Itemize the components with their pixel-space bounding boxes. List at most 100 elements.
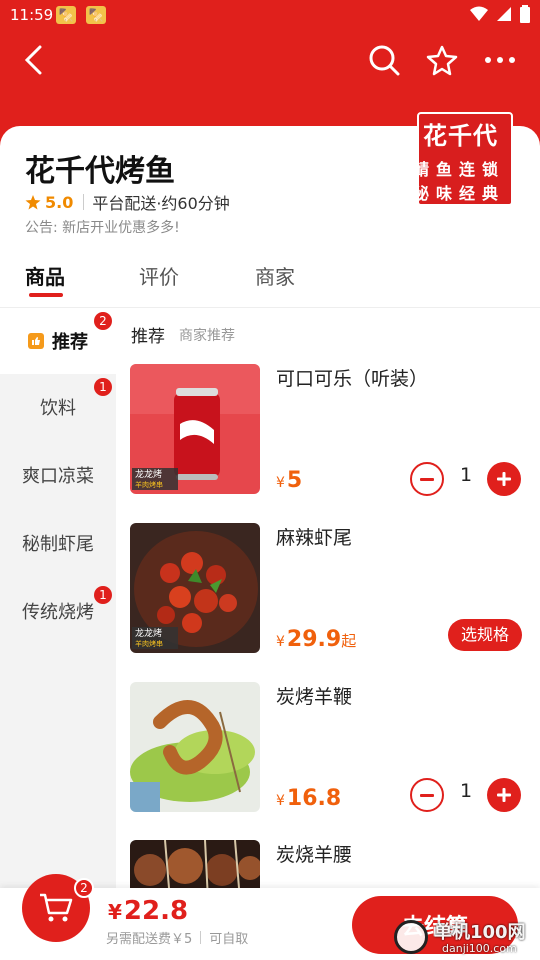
currency-symbol: ¥ xyxy=(276,793,285,809)
more-dots-icon xyxy=(485,57,515,63)
battery-icon xyxy=(520,5,530,23)
back-icon xyxy=(24,45,42,75)
sidebar-item-label: 爽口凉菜 xyxy=(22,466,94,487)
more-button[interactable] xyxy=(478,38,522,82)
store-card: 花千代烤鱼 5.0 平台配送·约60分钟 公告: 新店开业优惠多多! 花千代 鲭… xyxy=(0,112,540,308)
store-meta: 5.0 平台配送·约60分钟 xyxy=(25,190,230,214)
sidebar-badge: 2 xyxy=(94,312,112,330)
product-price: ¥29.9起 xyxy=(276,627,356,652)
sidebar-item-cold-dishes[interactable]: 爽口凉菜 xyxy=(0,442,116,508)
cart-icon xyxy=(40,893,73,922)
store-name: 花千代烤鱼 xyxy=(25,154,175,189)
price-value: 5 xyxy=(286,468,303,493)
currency-symbol: ¥ xyxy=(276,634,285,650)
signal-icon xyxy=(497,7,511,21)
tab-bar: 商品 评价 商家 xyxy=(0,251,540,308)
image-label: 羊肉烤串 xyxy=(135,480,163,489)
product-item[interactable]: 龙龙烤 羊肉烤串 可口可乐（听装） ¥5 1 xyxy=(116,364,540,504)
product-image xyxy=(130,840,260,888)
sidebar-item-recommend[interactable]: 推荐 2 xyxy=(0,308,116,374)
image-label: 龙龙烤 xyxy=(135,627,162,639)
product-name: 炭烧羊腰 xyxy=(276,844,353,866)
store-notice: 公告: 新店开业优惠多多! xyxy=(25,220,180,236)
thumbs-up-icon xyxy=(28,333,44,349)
status-bar: 11:59 🍢 🍢 xyxy=(0,0,540,30)
plus-icon xyxy=(497,472,511,486)
plus-icon xyxy=(497,788,511,802)
price-value: 29.9 xyxy=(286,627,342,652)
logo-text: 鲭鱼连锁 xyxy=(417,160,506,179)
logo-text: 秘味经典 xyxy=(417,184,506,203)
currency-symbol: ¥ xyxy=(276,475,285,491)
sidebar-item-label: 秘制虾尾 xyxy=(22,534,94,555)
system-icons xyxy=(470,5,530,23)
tab-products[interactable]: 商品 xyxy=(25,261,65,290)
sidebar-item-bbq[interactable]: 传统烧烤 1 xyxy=(0,578,116,644)
product-name: 炭烤羊鞭 xyxy=(276,686,353,708)
minus-icon xyxy=(420,793,434,797)
delivery-fee-info: 另需配送费￥5 可自取 xyxy=(106,928,248,947)
product-list: 推荐 商家推荐 龙龙烤 羊肉烤串 可口可乐（听装） ¥5 1 龙龙烤 羊肉烤串 … xyxy=(116,308,540,888)
cart-total: ¥22.8 xyxy=(108,896,188,926)
product-item[interactable]: 炭烤羊鞭 ¥16.8 1 xyxy=(116,682,540,822)
section-subtitle: 商家推荐 xyxy=(179,328,235,344)
store-rating: 5.0 xyxy=(45,192,74,212)
star-outline-icon xyxy=(426,45,458,76)
price-suffix: 起 xyxy=(341,632,357,650)
active-tab-indicator xyxy=(29,293,63,297)
total-value: 22.8 xyxy=(123,896,189,926)
sidebar-item-label: 推荐 xyxy=(52,332,88,353)
cart-badge: 2 xyxy=(74,878,94,898)
minus-icon xyxy=(420,477,434,481)
sidebar-badge: 1 xyxy=(94,378,112,396)
sidebar-item-drinks[interactable]: 饮料 1 xyxy=(0,374,116,440)
quantity-value: 1 xyxy=(459,780,473,802)
product-item[interactable]: 龙龙烤 羊肉烤串 麻辣虾尾 ¥29.9起 选规格 xyxy=(116,523,540,663)
notification-icon: 🍢 xyxy=(86,6,106,24)
product-name: 麻辣虾尾 xyxy=(276,527,353,549)
section-title: 推荐 xyxy=(131,327,165,347)
watermark-logo-icon xyxy=(394,920,428,954)
pickup-text: 可自取 xyxy=(209,932,249,947)
image-label: 羊肉烤串 xyxy=(135,639,163,648)
product-name: 可口可乐（听装） xyxy=(276,368,429,390)
back-button[interactable] xyxy=(12,38,56,82)
increase-button[interactable] xyxy=(487,778,521,812)
sidebar-item-label: 传统烧烤 xyxy=(22,602,94,623)
notification-icon: 🍢 xyxy=(56,6,76,24)
product-image: 龙龙烤 羊肉烤串 xyxy=(130,364,260,494)
logo-text: 花千代 xyxy=(423,122,498,150)
price-value: 16.8 xyxy=(286,786,342,811)
product-item[interactable]: 炭烧羊腰 xyxy=(116,840,540,888)
decrease-button[interactable] xyxy=(410,778,444,812)
currency-symbol: ¥ xyxy=(108,900,122,924)
image-label: 龙龙烤 xyxy=(135,468,162,480)
favorite-button[interactable] xyxy=(420,38,464,82)
sidebar-item-label: 饮料 xyxy=(40,398,76,419)
search-button[interactable] xyxy=(362,38,406,82)
search-icon xyxy=(369,45,400,76)
divider xyxy=(83,194,85,210)
tab-merchant[interactable]: 商家 xyxy=(255,261,295,290)
product-price: ¥16.8 xyxy=(276,786,341,811)
product-image: 龙龙烤 羊肉烤串 xyxy=(130,523,260,653)
product-price: ¥5 xyxy=(276,468,302,493)
sidebar-badge: 1 xyxy=(94,586,112,604)
tab-reviews[interactable]: 评价 xyxy=(139,261,179,290)
decrease-button[interactable] xyxy=(410,462,444,496)
watermark-url: danji100.com xyxy=(442,942,517,955)
quantity-value: 1 xyxy=(459,464,473,486)
category-sidebar: 推荐 2 饮料 1 爽口凉菜 秘制虾尾 传统烧烤 1 xyxy=(0,308,116,888)
delivery-info: 平台配送·约60分钟 xyxy=(92,194,230,213)
watermark: 单机100网 danji100.com xyxy=(392,916,540,960)
store-logo: 花千代 鲭鱼连锁 秘味经典 xyxy=(417,112,513,206)
wifi-icon xyxy=(470,6,488,21)
status-time: 11:59 xyxy=(10,6,54,24)
extra-fee-text: 另需配送费￥5 xyxy=(106,932,193,947)
product-image xyxy=(130,682,260,812)
watermark-text: 单机100网 xyxy=(434,922,526,943)
sidebar-item-shrimp[interactable]: 秘制虾尾 xyxy=(0,510,116,576)
increase-button[interactable] xyxy=(487,462,521,496)
divider xyxy=(200,931,202,944)
select-spec-button[interactable]: 选规格 xyxy=(448,619,522,651)
